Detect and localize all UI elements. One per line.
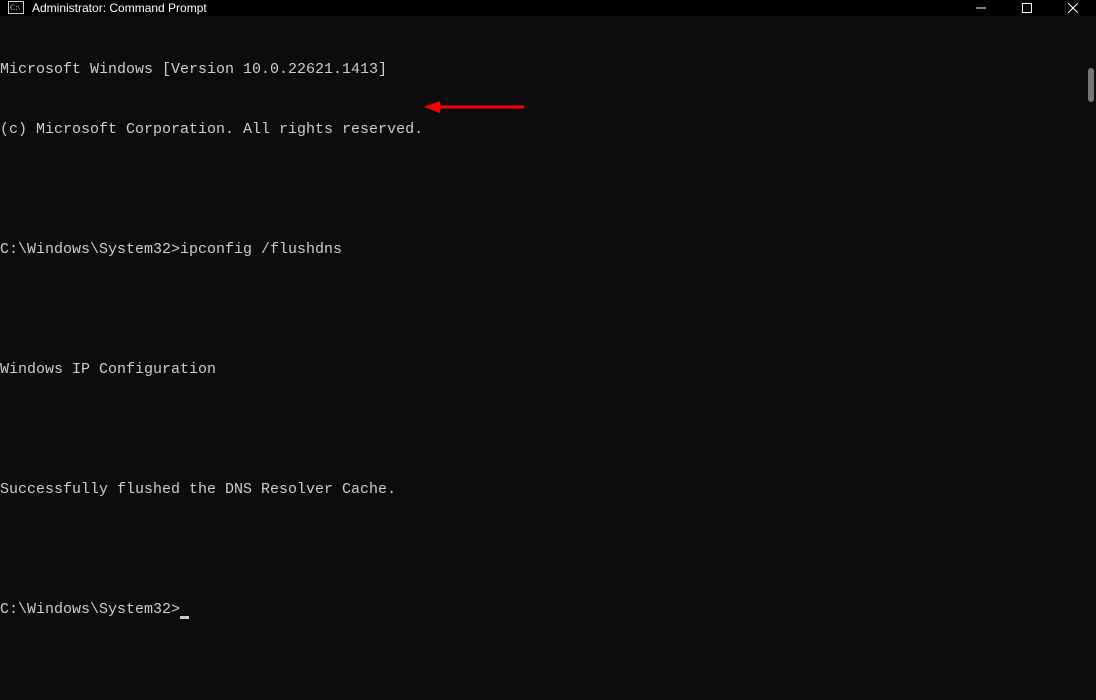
terminal-line: [0, 540, 1096, 560]
terminal-prompt-line: C:\Windows\System32>: [0, 600, 1096, 620]
minimize-button[interactable]: [958, 0, 1004, 16]
content-wrap: Microsoft Windows [Version 10.0.22621.14…: [0, 16, 1096, 647]
terminal-line: (c) Microsoft Corporation. All rights re…: [0, 120, 1096, 140]
terminal-line: Successfully flushed the DNS Resolver Ca…: [0, 480, 1096, 500]
svg-text:C:\: C:\: [10, 3, 21, 12]
terminal-output[interactable]: Microsoft Windows [Version 10.0.22621.14…: [0, 16, 1096, 700]
terminal-line: Microsoft Windows [Version 10.0.22621.14…: [0, 60, 1096, 80]
titlebar[interactable]: C:\ Administrator: Command Prompt: [0, 0, 1096, 16]
terminal-line: Windows IP Configuration: [0, 360, 1096, 380]
terminal-prompt: C:\Windows\System32>: [0, 601, 180, 618]
scrollbar-thumb[interactable]: [1088, 68, 1094, 102]
terminal-line: C:\Windows\System32>ipconfig /flushdns: [0, 240, 1096, 260]
terminal-line: [0, 180, 1096, 200]
scrollbar-track[interactable]: [1082, 46, 1096, 647]
maximize-button[interactable]: [1004, 0, 1050, 16]
terminal-line: [0, 300, 1096, 320]
close-button[interactable]: [1050, 0, 1096, 16]
cmd-icon: C:\: [8, 0, 24, 16]
window-title: Administrator: Command Prompt: [32, 1, 207, 15]
window-controls: [958, 0, 1096, 16]
terminal-line: [0, 420, 1096, 440]
command-prompt-window: C:\ Administrator: Command Prompt Micros…: [0, 0, 1096, 631]
cursor: [180, 616, 189, 619]
